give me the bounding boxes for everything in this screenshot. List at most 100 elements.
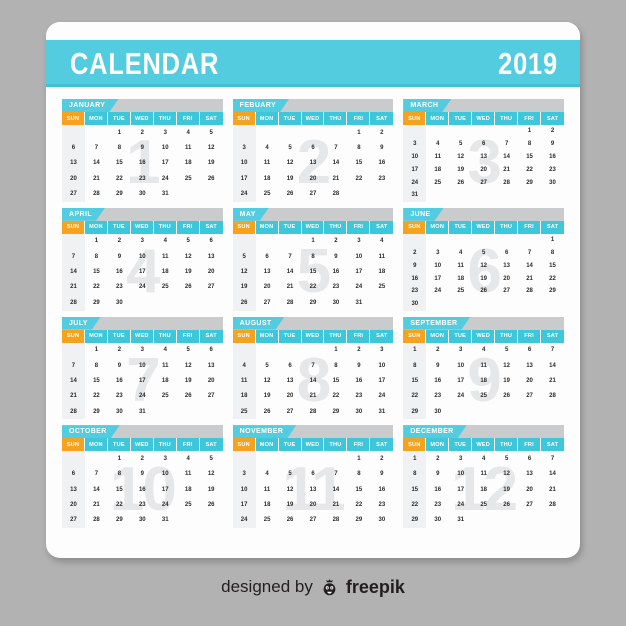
day-cell[interactable]: 10	[403, 151, 426, 164]
day-cell[interactable]: 19	[472, 272, 495, 285]
day-cell[interactable]: 6	[200, 234, 223, 249]
day-cell[interactable]: 10	[426, 259, 449, 272]
day-cell[interactable]: 24	[403, 176, 426, 189]
day-cell[interactable]: 6	[518, 343, 541, 358]
day-cell[interactable]: 12	[177, 249, 200, 264]
day-cell[interactable]: 1	[403, 451, 426, 466]
day-cell[interactable]: 21	[279, 280, 302, 295]
day-cell[interactable]: 25	[154, 280, 177, 295]
day-cell[interactable]: 27	[62, 186, 85, 201]
day-cell[interactable]: 9	[370, 467, 393, 482]
day-cell[interactable]: 25	[177, 171, 200, 186]
day-cell[interactable]: 30	[426, 404, 449, 419]
day-cell[interactable]: 21	[62, 280, 85, 295]
day-cell[interactable]: 29	[324, 404, 347, 419]
day-cell[interactable]: 16	[324, 264, 347, 279]
day-cell[interactable]: 25	[449, 285, 472, 298]
day-cell[interactable]: 12	[495, 467, 518, 482]
day-cell[interactable]: 29	[347, 513, 370, 528]
day-cell[interactable]: 7	[62, 249, 85, 264]
day-cell[interactable]: 16	[131, 482, 154, 497]
day-cell[interactable]: 6	[518, 451, 541, 466]
day-cell[interactable]: 17	[449, 482, 472, 497]
day-cell[interactable]: 12	[449, 151, 472, 164]
day-cell[interactable]: 7	[302, 358, 325, 373]
day-cell[interactable]: 8	[108, 467, 131, 482]
day-cell[interactable]: 1	[518, 125, 541, 138]
day-cell[interactable]: 9	[324, 249, 347, 264]
day-cell[interactable]: 14	[324, 156, 347, 171]
day-cell[interactable]: 17	[233, 497, 256, 512]
day-cell[interactable]: 2	[370, 451, 393, 466]
day-cell[interactable]: 24	[426, 285, 449, 298]
day-cell[interactable]: 12	[200, 467, 223, 482]
day-cell[interactable]: 20	[495, 272, 518, 285]
day-cell[interactable]: 22	[108, 497, 131, 512]
day-cell[interactable]: 26	[233, 295, 256, 310]
day-cell[interactable]: 3	[426, 247, 449, 260]
day-cell[interactable]: 20	[518, 482, 541, 497]
day-cell[interactable]: 23	[541, 163, 564, 176]
day-cell[interactable]: 28	[541, 497, 564, 512]
day-cell[interactable]: 6	[279, 358, 302, 373]
day-cell[interactable]: 11	[472, 358, 495, 373]
day-cell[interactable]: 31	[403, 189, 426, 202]
day-cell[interactable]: 28	[62, 295, 85, 310]
day-cell[interactable]: 17	[154, 482, 177, 497]
day-cell[interactable]: 18	[426, 163, 449, 176]
day-cell[interactable]: 10	[154, 467, 177, 482]
day-cell[interactable]: 8	[403, 467, 426, 482]
day-cell[interactable]: 25	[256, 513, 279, 528]
day-cell[interactable]: 30	[370, 513, 393, 528]
day-cell[interactable]: 4	[154, 234, 177, 249]
day-cell[interactable]: 10	[233, 482, 256, 497]
day-cell[interactable]: 23	[108, 389, 131, 404]
day-cell[interactable]: 7	[518, 247, 541, 260]
day-cell[interactable]: 21	[324, 497, 347, 512]
day-cell[interactable]: 10	[131, 249, 154, 264]
day-cell[interactable]: 25	[426, 176, 449, 189]
day-cell[interactable]: 12	[200, 140, 223, 155]
day-cell[interactable]: 1	[108, 125, 131, 140]
day-cell[interactable]: 15	[403, 373, 426, 388]
day-cell[interactable]: 21	[85, 171, 108, 186]
day-cell[interactable]: 9	[426, 467, 449, 482]
day-cell[interactable]: 23	[131, 171, 154, 186]
day-cell[interactable]: 25	[154, 389, 177, 404]
day-cell[interactable]: 27	[200, 389, 223, 404]
day-cell[interactable]: 27	[518, 497, 541, 512]
day-cell[interactable]: 30	[108, 404, 131, 419]
day-cell[interactable]: 4	[256, 467, 279, 482]
day-cell[interactable]: 28	[324, 513, 347, 528]
day-cell[interactable]: 28	[85, 513, 108, 528]
day-cell[interactable]: 10	[154, 140, 177, 155]
day-cell[interactable]: 29	[518, 176, 541, 189]
day-cell[interactable]: 21	[302, 389, 325, 404]
day-cell[interactable]: 22	[347, 497, 370, 512]
day-cell[interactable]: 16	[108, 373, 131, 388]
day-cell[interactable]: 23	[370, 171, 393, 186]
day-cell[interactable]: 10	[233, 156, 256, 171]
day-cell[interactable]: 11	[154, 358, 177, 373]
day-cell[interactable]: 20	[200, 373, 223, 388]
day-cell[interactable]: 5	[200, 451, 223, 466]
day-cell[interactable]: 2	[426, 451, 449, 466]
day-cell[interactable]: 4	[426, 138, 449, 151]
day-cell[interactable]: 31	[154, 186, 177, 201]
day-cell[interactable]: 20	[302, 497, 325, 512]
day-cell[interactable]: 17	[370, 373, 393, 388]
day-cell[interactable]: 26	[449, 176, 472, 189]
day-cell[interactable]: 6	[200, 343, 223, 358]
day-cell[interactable]: 23	[347, 389, 370, 404]
day-cell[interactable]: 27	[518, 389, 541, 404]
day-cell[interactable]: 7	[85, 140, 108, 155]
day-cell[interactable]: 2	[541, 125, 564, 138]
day-cell[interactable]: 18	[256, 497, 279, 512]
day-cell[interactable]: 26	[472, 285, 495, 298]
day-cell[interactable]: 7	[62, 358, 85, 373]
day-cell[interactable]: 1	[302, 234, 325, 249]
day-cell[interactable]: 19	[279, 171, 302, 186]
day-cell[interactable]: 27	[302, 513, 325, 528]
day-cell[interactable]: 28	[518, 285, 541, 298]
day-cell[interactable]: 30	[347, 404, 370, 419]
